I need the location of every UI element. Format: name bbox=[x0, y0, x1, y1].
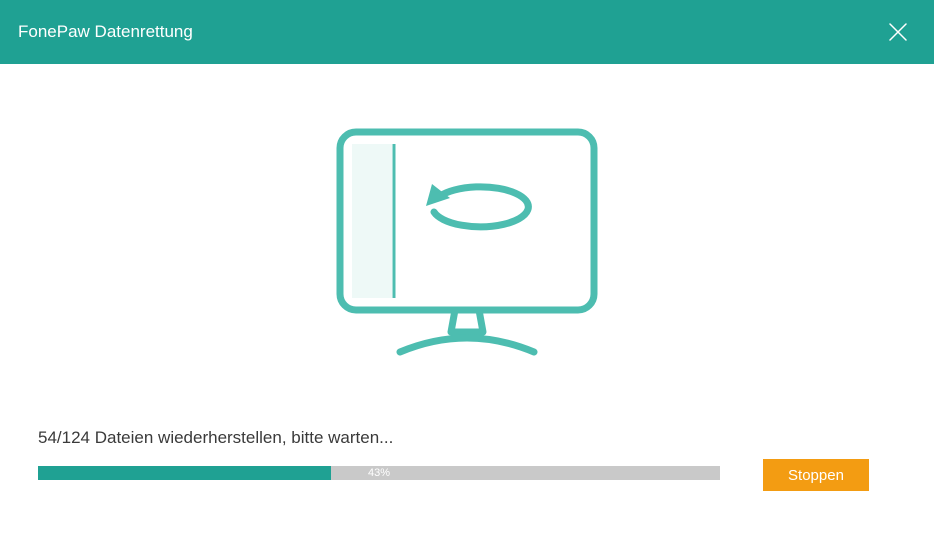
stop-button[interactable]: Stoppen bbox=[763, 459, 869, 491]
progress-bar: 43% bbox=[38, 466, 720, 480]
title-bar: FonePaw Datenrettung bbox=[0, 0, 934, 64]
status-text: 54/124 Dateien wiederherstellen, bitte w… bbox=[38, 428, 393, 448]
close-button[interactable] bbox=[884, 18, 912, 46]
progress-percent-label: 43% bbox=[368, 467, 390, 479]
app-title: FonePaw Datenrettung bbox=[18, 22, 193, 42]
monitor-loading-graphic bbox=[322, 124, 612, 364]
progress-bar-fill bbox=[38, 466, 331, 480]
main-content: 54/124 Dateien wiederherstellen, bitte w… bbox=[0, 64, 934, 535]
close-icon bbox=[888, 22, 908, 42]
